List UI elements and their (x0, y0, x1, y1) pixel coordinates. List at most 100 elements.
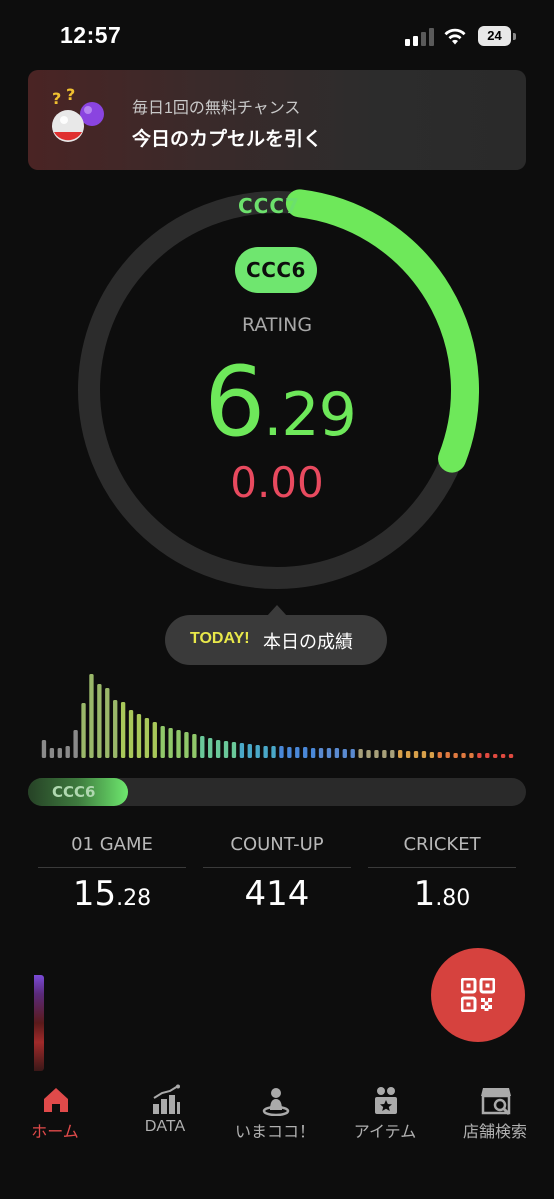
next-class-label: CCC7 (238, 194, 300, 218)
nav-label: アイテム (353, 1124, 417, 1141)
game-stats: 01 GAME 15.28 COUNT-UP 414 CRICKET 1.80 (38, 832, 516, 922)
histogram-bar (231, 742, 237, 758)
nav-store-search[interactable]: 店舗検索 (440, 1078, 550, 1148)
histogram-bar (65, 746, 70, 758)
svg-text:?: ? (52, 89, 61, 108)
nav-imacoco[interactable]: いまココ！ (220, 1078, 330, 1148)
banner-title: 今日のカプセルを引く (132, 129, 323, 150)
histogram-bar (57, 748, 62, 758)
histogram-bar (485, 753, 490, 758)
histogram-bar (89, 674, 94, 758)
today-results-button[interactable]: TODAY! 本日の成績 (165, 615, 387, 665)
daily-capsule-banner[interactable]: ? ? 毎日1回の無料チャンス 今日のカプセルを引く (28, 70, 526, 170)
rating-value-dec: .29 (263, 380, 356, 450)
histogram-bar (105, 688, 110, 758)
histogram-bar (200, 736, 205, 758)
bottom-navigation: ホーム DATA いまココ！ アイテム 店舗検索 (0, 1078, 554, 1199)
stat-label: COUNT-UP (203, 832, 351, 868)
nav-home[interactable]: ホーム (0, 1078, 110, 1148)
histogram-bar (429, 752, 435, 758)
histogram-bar (405, 751, 411, 758)
side-thumbnail[interactable] (34, 975, 44, 1071)
histogram-bar (184, 732, 189, 758)
rating-distribution-histogram (41, 674, 514, 758)
histogram-bar (500, 754, 506, 758)
histogram-bar (287, 747, 292, 758)
histogram-bar (453, 753, 458, 758)
battery-level: 24 (478, 26, 511, 46)
histogram-bar (176, 730, 181, 758)
histogram-bar (160, 726, 165, 758)
store-search-icon (481, 1088, 511, 1116)
histogram-bar (41, 740, 47, 758)
svg-text:?: ? (66, 88, 75, 104)
histogram-bar (49, 748, 55, 758)
histogram-bar (152, 722, 157, 758)
stat-cricket[interactable]: CRICKET 1.80 (368, 832, 516, 922)
histogram-bar (366, 750, 371, 758)
histogram-bar (334, 748, 340, 758)
histogram-bar (120, 702, 126, 758)
histogram-bar (390, 750, 395, 758)
stat-count-up[interactable]: COUNT-UP 414 (203, 832, 351, 922)
qr-code-button[interactable] (431, 948, 525, 1042)
cellular-signal-icon (405, 28, 435, 46)
class-progress-label: CCC6 (52, 783, 96, 801)
home-icon (44, 1088, 68, 1112)
status-bar: 12:57 24 (0, 0, 554, 70)
histogram-bar (192, 734, 197, 758)
histogram-bar (239, 743, 245, 758)
histogram-bar (477, 753, 482, 758)
nav-label: DATA (144, 1118, 186, 1135)
stat-value: 15.28 (72, 874, 152, 914)
nav-items[interactable]: アイテム (330, 1078, 440, 1148)
histogram-bar (263, 746, 268, 758)
histogram-bar (271, 746, 276, 758)
nav-label: 店舗検索 (462, 1124, 527, 1141)
histogram-bar (215, 740, 221, 758)
battery-icon: 24 (478, 26, 516, 46)
class-progress-bar: CCC6 (28, 778, 526, 806)
histogram-bar (382, 750, 387, 758)
rating-label: RATING (241, 314, 313, 336)
chart-icon (153, 1084, 180, 1114)
histogram-bar (247, 744, 252, 758)
stat-value: 414 (244, 874, 310, 914)
histogram-bar (144, 718, 150, 758)
histogram-bar (508, 754, 514, 758)
capsule-icon: ? ? (52, 88, 104, 142)
histogram-bar (326, 748, 332, 758)
location-pin-icon (262, 1088, 290, 1116)
rating-value: 6.29 (140, 346, 420, 458)
histogram-bar (208, 738, 213, 758)
histogram-bar (318, 748, 324, 758)
histogram-bar (73, 730, 78, 758)
rating-value-int: 6 (204, 346, 265, 458)
histogram-bar (445, 752, 450, 758)
stat-label: 01 GAME (38, 832, 186, 868)
nav-data[interactable]: DATA (110, 1078, 220, 1148)
banner-subtitle: 毎日1回の無料チャンス (132, 100, 301, 117)
histogram-bar (303, 747, 308, 758)
histogram-bar (136, 714, 142, 758)
status-time: 12:57 (60, 22, 122, 48)
qr-code-icon (461, 978, 495, 1012)
stat-01-game[interactable]: 01 GAME 15.28 (38, 832, 186, 922)
histogram-bar (310, 748, 316, 758)
histogram-bar (342, 749, 347, 758)
histogram-bar (255, 745, 260, 758)
histogram-bar (279, 746, 284, 758)
current-class-badge: CCC6 (235, 247, 317, 293)
histogram-bar (358, 749, 363, 758)
histogram-bar (128, 710, 134, 758)
histogram-bar (97, 684, 102, 758)
histogram-bar (168, 728, 173, 758)
histogram-bar (223, 741, 229, 758)
nav-label: ホーム (31, 1124, 79, 1141)
histogram-bar (81, 703, 86, 758)
histogram-bar (113, 700, 118, 758)
histogram-bar (295, 747, 300, 758)
stat-label: CRICKET (368, 832, 516, 868)
histogram-bar (461, 753, 466, 758)
histogram-bar (350, 749, 355, 758)
